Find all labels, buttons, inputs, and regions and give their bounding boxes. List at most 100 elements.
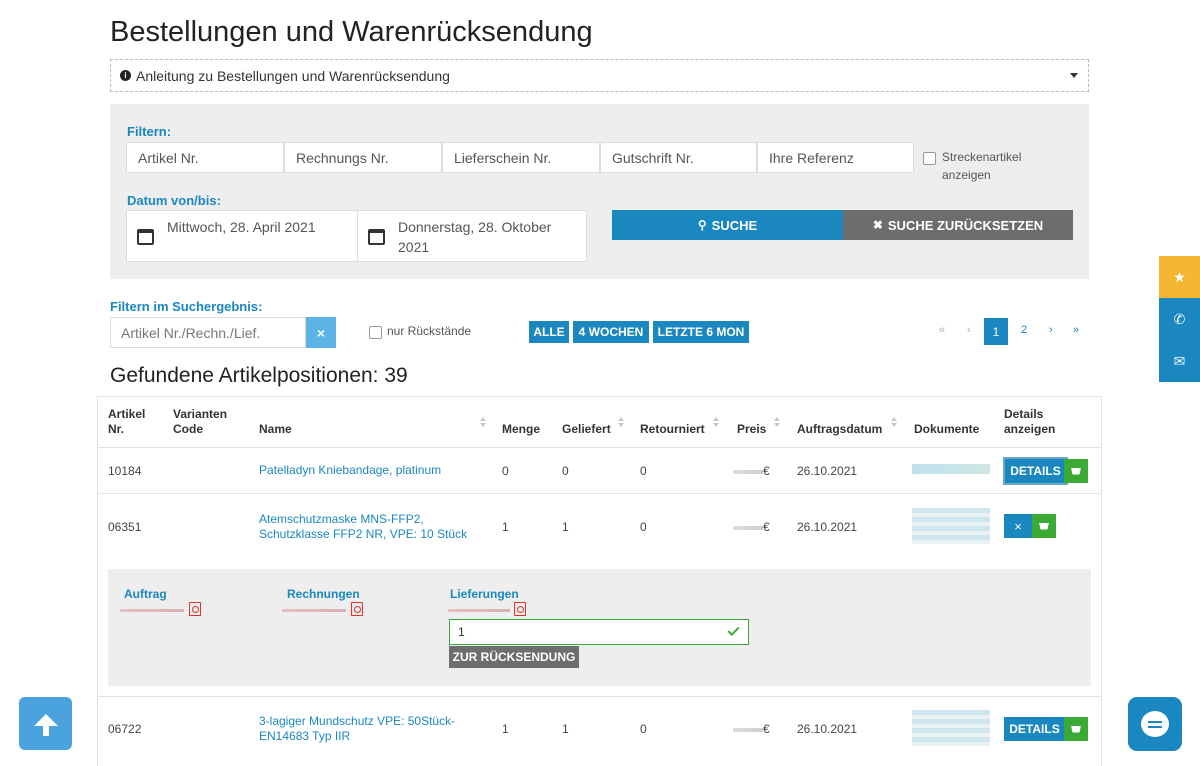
date-from-field[interactable]: Mittwoch, 28. April 2021 <box>126 210 358 262</box>
lieferung-doc-blurred[interactable] <box>448 609 510 612</box>
th-artikel: Artikel Nr. <box>108 407 145 437</box>
scroll-top-button[interactable] <box>19 697 72 750</box>
cell-menge: 1 <box>502 722 509 736</box>
page-prev[interactable]: ‹ <box>967 324 971 336</box>
phone-button[interactable]: ✆ <box>1159 298 1200 340</box>
pdf-icon[interactable] <box>189 602 201 616</box>
strecken-checkbox[interactable] <box>923 152 936 165</box>
page-2[interactable]: 2 <box>1021 324 1027 336</box>
cell-retourniert: 0 <box>640 464 647 478</box>
reset-button-label: SUCHE ZURÜCKSETZEN <box>887 217 1044 233</box>
pdf-icon[interactable] <box>514 602 526 616</box>
close-details-button[interactable]: × <box>1004 514 1032 538</box>
guide-accordion[interactable]: i Anleitung zu Bestellungen und Warenrüc… <box>110 59 1089 92</box>
rechnung-doc-blurred[interactable] <box>282 609 346 612</box>
product-link[interactable]: 3-lagiger Mundschutz VPE: 50Stück- <box>259 714 455 729</box>
cart-button[interactable] <box>1032 514 1056 538</box>
mail-button[interactable]: ✉ <box>1159 340 1200 382</box>
pdf-icon[interactable] <box>351 602 363 616</box>
cell-price-currency: € <box>763 722 770 736</box>
auftrag-doc-blurred[interactable] <box>120 609 184 612</box>
th-menge: Menge <box>502 422 541 436</box>
gutschrift-nr-input[interactable]: Gutschrift Nr. <box>600 142 757 173</box>
close-icon: ✖ <box>872 218 883 232</box>
th-dokumente: Dokumente <box>914 422 980 436</box>
page-1[interactable]: 1 <box>984 318 1008 345</box>
th-details-1: Details <box>1004 407 1044 421</box>
th-name[interactable]: Name <box>259 422 292 437</box>
th-preis[interactable]: Preis <box>737 422 766 437</box>
page-title: Bestellungen und Warenrücksendung <box>110 16 593 48</box>
cart-button[interactable] <box>1064 717 1088 741</box>
page-last[interactable]: » <box>1073 324 1079 336</box>
th-artikel-1: Artikel <box>108 407 146 421</box>
check-icon <box>727 623 740 637</box>
cell-retourniert: 0 <box>640 722 647 736</box>
product-link[interactable]: Patelladyn Kniebandage, platinum <box>259 463 441 478</box>
document-links-blurred[interactable] <box>912 464 990 474</box>
rechnungs-nr-input[interactable]: Rechnungs Nr. <box>284 142 442 173</box>
th-details: Details anzeigen <box>1004 407 1055 437</box>
cart-icon <box>1071 467 1081 475</box>
date-to-line-2: 2021 <box>398 239 430 255</box>
sort-icon[interactable] <box>713 417 720 428</box>
th-geliefert[interactable]: Geliefert <box>562 422 611 437</box>
cell-price-currency: € <box>763 464 770 478</box>
search-icon: ⚲ <box>697 218 707 232</box>
th-varianten: Varianten Code <box>173 407 227 437</box>
sort-icon[interactable] <box>618 417 625 428</box>
cell-nr: 10184 <box>108 464 142 478</box>
details-button[interactable]: DETAILS <box>1004 717 1065 741</box>
search-button-label: SUCHE <box>711 217 758 233</box>
sort-icon[interactable] <box>774 417 781 428</box>
search-button[interactable]: ⚲ SUCHE <box>612 210 843 240</box>
date-to-value: Donnerstag, 28. Oktober 2021 <box>398 217 551 261</box>
th-retourniert[interactable]: Retourniert <box>640 422 705 437</box>
info-icon: i <box>120 70 131 81</box>
rechnungen-label: Rechnungen <box>287 587 360 601</box>
favorites-button[interactable]: ★ <box>1159 256 1200 298</box>
cell-nr: 06351 <box>108 520 142 534</box>
period-6months-button[interactable]: LETZTE 6 MON <box>653 321 749 343</box>
sort-icon[interactable] <box>891 417 898 428</box>
phone-icon: ✆ <box>1173 310 1186 327</box>
chat-icon <box>1141 711 1169 737</box>
backorder-checkbox[interactable] <box>369 326 382 339</box>
product-link[interactable]: Atemschutzmaske MNS-FFP2, <box>259 512 424 527</box>
auftrag-label: Auftrag <box>124 587 167 601</box>
lieferschein-nr-input[interactable]: Lieferschein Nr. <box>442 142 600 173</box>
page-first[interactable]: « <box>939 324 945 336</box>
date-to-field[interactable]: Donnerstag, 28. Oktober 2021 <box>357 210 587 262</box>
artikel-nr-input[interactable]: Artikel Nr. <box>126 142 284 173</box>
reset-search-button[interactable]: ✖ SUCHE ZURÜCKSETZEN <box>843 210 1073 240</box>
details-button[interactable]: DETAILS <box>1003 457 1068 485</box>
table-divider <box>97 493 1102 494</box>
page-next[interactable]: › <box>1049 324 1053 336</box>
product-link-line-2[interactable]: EN14683 Typ IIR <box>259 729 350 744</box>
th-auftragsdatum[interactable]: Auftragsdatum <box>797 422 882 437</box>
clear-filter-button[interactable]: × <box>306 317 336 348</box>
result-filter-input[interactable]: Artikel Nr./Rechn./Lief. <box>110 317 306 348</box>
table-divider <box>97 447 1102 448</box>
cell-price-currency: € <box>763 520 770 534</box>
cell-datum: 26.10.2021 <box>797 722 858 736</box>
return-button[interactable]: ZUR RÜCKSENDUNG <box>449 646 579 668</box>
cell-geliefert: 1 <box>562 520 569 534</box>
referenz-input[interactable]: Ihre Referenz <box>757 142 914 173</box>
return-quantity-input[interactable]: 1 <box>449 619 749 645</box>
th-details-2: anzeigen <box>1004 422 1056 436</box>
cell-menge: 0 <box>502 464 509 478</box>
return-quantity-value: 1 <box>458 625 465 639</box>
period-4weeks-button[interactable]: 4 WOCHEN <box>573 321 649 343</box>
cart-icon <box>1039 522 1049 530</box>
sort-icon[interactable] <box>480 417 487 428</box>
th-varianten-2: Code <box>173 422 203 436</box>
period-all-button[interactable]: ALLE <box>529 321 569 343</box>
date-label: Datum von/bis: <box>127 193 221 208</box>
product-link-line-2[interactable]: Schutzklasse FFP2 NR, VPE: 10 Stück <box>259 527 467 542</box>
mail-icon: ✉ <box>1173 352 1186 369</box>
document-links-blurred[interactable] <box>912 710 990 746</box>
chat-button[interactable] <box>1128 697 1182 751</box>
document-links-blurred[interactable] <box>912 508 990 544</box>
cart-button[interactable] <box>1064 459 1088 483</box>
